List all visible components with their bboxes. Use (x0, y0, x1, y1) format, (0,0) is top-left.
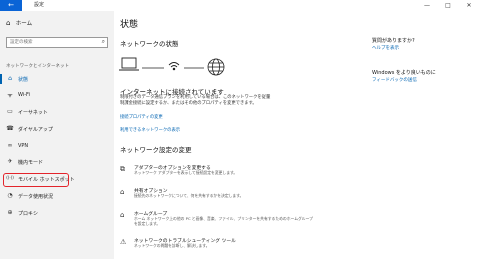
sidebar-item-label: VPN (18, 143, 29, 149)
option-description: ホーム ネットワーク上の他の PC と画像、音楽、ファイル、プリンターを共有する… (134, 216, 313, 226)
network-status-diagram (119, 57, 225, 76)
search-placeholder: 設定の検索 (10, 40, 33, 45)
close-button[interactable]: ✕ (460, 1, 478, 10)
wifi-icon: ᯤ (7, 92, 13, 99)
ethernet-icon: ▭ (7, 108, 13, 115)
wifi-signal-icon (168, 62, 180, 71)
settings-option-sharing[interactable]: ⌂ 共有オプション 接続先のネットワークについて、何を共有するかを決定します。 (120, 187, 320, 205)
home-label: ホーム (15, 21, 33, 27)
improve-windows-text: Windows をより良いものに (372, 70, 436, 76)
page-title: 状態 (120, 20, 139, 30)
maximize-button[interactable]: □ (439, 1, 457, 10)
sidebar-item-label: 機内モード (18, 160, 44, 166)
home-nav[interactable]: ⌂ ホーム (6, 19, 32, 27)
sidebar-item-data-usage[interactable]: ◔ データ使用状況 (0, 190, 114, 202)
title-bar: ← 設定 — □ ✕ (0, 0, 480, 11)
option-description: ネットワークの問題を診断し、解決します。 (134, 243, 210, 248)
sidebar-item-label: イーサネット (18, 110, 48, 116)
settings-option-troubleshoot[interactable]: ⚠ ネットワークのトラブルシューティング ツール ネットワークの問題を診断し、解決し… (120, 237, 320, 255)
change-properties-link[interactable]: 接続プロパティの変更 (120, 114, 163, 120)
search-input[interactable]: 設定の検索 ⌕ (6, 37, 108, 48)
sidebar-item-status[interactable]: ⌂ 状態 (0, 73, 114, 85)
sidebar-item-label: ダイヤルアップ (18, 127, 53, 133)
vpn-icon: ∞ (7, 142, 13, 149)
option-description: ネットワーク アダプターを表示して接続設定を変更します。 (134, 170, 238, 175)
sharing-icon: ⌂ (120, 188, 125, 196)
globe-icon (207, 58, 225, 76)
sidebar-item-airplane[interactable]: ✈ 機内モード (0, 156, 114, 168)
airplane-icon: ✈ (7, 158, 13, 165)
sidebar-item-label: プロキシ (18, 211, 39, 217)
sidebar-item-vpn[interactable]: ∞ VPN (0, 140, 114, 152)
section-title: ネットワークとインターネット (6, 64, 69, 69)
sidebar-item-label: 状態 (18, 77, 29, 83)
laptop-icon (119, 57, 139, 71)
data-usage-icon: ◔ (7, 192, 13, 199)
sidebar-item-wifi[interactable]: ᯤ Wi-Fi (0, 89, 114, 101)
minimize-button[interactable]: — (418, 1, 436, 10)
status-icon: ⌂ (8, 75, 12, 82)
homegroup-icon: ⌂ (120, 211, 125, 219)
feedback-link[interactable]: フィードバックの送信 (372, 77, 417, 83)
sidebar (0, 11, 114, 259)
adapter-icon: ⧉ (120, 165, 125, 173)
sidebar-item-label: Wi-Fi (18, 92, 30, 98)
network-status-heading: ネットワークの状態 (120, 40, 179, 48)
sidebar-item-ethernet[interactable]: ▭ イーサネット (0, 106, 114, 118)
show-networks-link[interactable]: 利用できるネットワークの表示 (120, 127, 180, 133)
settings-option-adapter[interactable]: ⧉ アダプターのオプションを変更する ネットワーク アダプターを表示して接続設定を変… (120, 164, 320, 182)
change-settings-heading: ネットワーク設定の変更 (120, 146, 192, 154)
help-link[interactable]: ヘルプを表示 (372, 45, 399, 51)
sidebar-item-label: データ使用状況 (18, 194, 54, 200)
proxy-icon: ⊕ (7, 209, 13, 216)
connected-description-line2: 制課金接続に設定するか、またはその他のプロパティを変更できます。 (120, 101, 257, 106)
help-question: 質問がありますか? (372, 38, 415, 44)
home-icon: ⌂ (6, 19, 11, 27)
back-button[interactable]: ← (0, 0, 22, 11)
search-icon[interactable]: ⌕ (102, 38, 105, 46)
option-description: 接続先のネットワークについて、何を共有するかを決定します。 (134, 193, 244, 198)
troubleshoot-icon: ⚠ (120, 238, 127, 246)
hotspot-highlight-box (3, 173, 69, 187)
settings-option-homegroup[interactable]: ⌂ ホームグループ ホーム ネットワーク上の他の PC と画像、音楽、ファイル、プリ… (120, 210, 320, 228)
window-title: 設定 (34, 2, 45, 8)
sidebar-item-proxy[interactable]: ⊕ プロキシ (0, 207, 114, 219)
sidebar-item-dialup[interactable]: ☎ ダイヤルアップ (0, 123, 114, 135)
dialup-icon: ☎ (6, 125, 14, 132)
